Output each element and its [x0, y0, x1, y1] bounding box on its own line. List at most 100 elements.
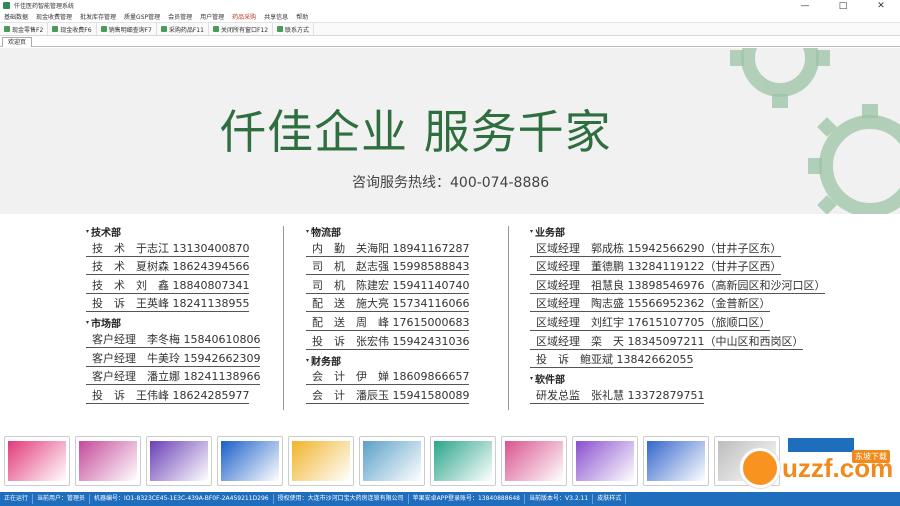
- section-title-text: 技术部: [91, 228, 122, 239]
- contact-entry: 客户经理 李冬梅 15840610806: [86, 331, 261, 350]
- promo-thumbnail[interactable]: [75, 436, 141, 486]
- contact-text: 技 术 刘 鑫 18840807341: [86, 277, 250, 294]
- bullet-icon: ▾: [306, 228, 310, 235]
- contact-column-2: ▾ 物流部 内 勤 关海阳 18941167287 司 机 赵志强 1599858…: [306, 223, 470, 406]
- cash-retail-button[interactable]: 现金零售F2: [0, 23, 49, 35]
- menu-cash[interactable]: 现金收费管理: [32, 12, 76, 21]
- contact-entry: 区域经理 栾 天 18345097211（中山区和西岗区）: [530, 333, 825, 352]
- promo-thumbnail[interactable]: [572, 436, 638, 486]
- watermark-circle-icon: [740, 448, 780, 488]
- section-title: ▾ 市场部: [86, 314, 260, 331]
- skin-style-button[interactable]: 皮肤样式: [593, 494, 627, 504]
- contact-text: 区域经理 祖慧良 13898546976（高新园区和沙河口区）: [530, 277, 826, 294]
- tool-label: 关闭所有窗口F12: [220, 26, 269, 34]
- section-title-text: 财务部: [311, 356, 342, 368]
- section-title-text: 软件部: [535, 375, 566, 387]
- promo-image: [8, 441, 66, 481]
- contact-column-3: ▾ 业务部 区域经理 郭成栋 15942566290（甘井子区东） 区域经理 董德…: [530, 223, 826, 406]
- bullet-icon: ▾: [86, 228, 90, 235]
- window-controls: — □ ✕: [786, 0, 900, 11]
- menu-bar: 基础数据 现金收费管理 批发库存管理 质量GSP管理 会员管理 用户管理 药品采…: [0, 11, 900, 22]
- section-title: ▾ 业务部: [530, 223, 825, 240]
- promo-image: [363, 441, 421, 481]
- tool-label: 销售明细查询F7: [108, 26, 152, 34]
- contact-text: 内 勤 关海阳 18941167287: [306, 240, 470, 257]
- close-all-button[interactable]: 关闭所有窗口F12: [209, 23, 274, 35]
- watermark-badge: 东坡下载: [852, 450, 890, 463]
- menu-user[interactable]: 用户管理: [196, 12, 228, 21]
- contact-text: 投 诉 王伟峰 18624285977: [86, 387, 250, 404]
- minimize-button[interactable]: —: [786, 0, 824, 11]
- status-app-account: 苹果安卓APP登录账号：13840888648: [409, 494, 525, 504]
- promo-thumbnail[interactable]: [146, 436, 212, 486]
- sales-query-button[interactable]: 销售明细查询F7: [97, 23, 157, 35]
- tab-welcome[interactable]: 欢迎页: [2, 37, 33, 47]
- promo-thumbnail[interactable]: [501, 436, 567, 486]
- contact-entry: 区域经理 刘红宇 17615107705（旅顺口区）: [530, 314, 825, 333]
- promo-thumbnail[interactable]: [643, 436, 709, 486]
- section-title-text: 物流部: [311, 228, 342, 239]
- promo-thumbnail[interactable]: [288, 436, 354, 486]
- menu-member[interactable]: 会员管理: [164, 12, 196, 21]
- charge-icon: [52, 26, 59, 32]
- promo-thumbnail[interactable]: [430, 436, 496, 486]
- contact-entry: 司 机 赵志强 15998588843: [306, 258, 470, 278]
- contact-entry: 客户经理 牛美玲 15942662309: [86, 350, 261, 369]
- contact-text: 投 诉 王英峰 18241138955: [86, 295, 250, 313]
- contact-button[interactable]: 联系方式: [273, 23, 315, 35]
- promo-image: [576, 441, 634, 481]
- promo-image: [221, 441, 279, 481]
- menu-gsp[interactable]: 质量GSP管理: [120, 12, 164, 21]
- cart-icon: [160, 26, 167, 32]
- menu-wholesale[interactable]: 批发库存管理: [76, 12, 120, 21]
- contact-entry: 技 术 刘 鑫 18840807341: [86, 277, 260, 296]
- contact-entry: 投 诉 王伟峰 18624285977: [86, 387, 260, 406]
- promo-thumbnail[interactable]: [217, 436, 283, 486]
- cash-charge-button[interactable]: 现金收费F6: [48, 23, 97, 35]
- section-title: ▾ 物流部: [306, 223, 469, 240]
- promo-thumbnail[interactable]: [359, 436, 425, 486]
- status-running: 正在运行: [0, 494, 34, 504]
- slogan: 仟佳企业 服务千家: [220, 105, 612, 159]
- contact-entry: 区域经理 董德鹏 13284119122（甘井子区西）: [530, 259, 825, 278]
- contact-text: 区域经理 栾 天 18345097211（中山区和西岗区）: [530, 333, 804, 350]
- status-machine-id: 机器编号：IO1-8323CE45-1E3C-439A-BF0F-2A45921…: [90, 494, 274, 504]
- retail-icon: [4, 26, 10, 32]
- menu-purchase[interactable]: 药品采购: [228, 12, 260, 21]
- contact-entry: 内 勤 关海阳 18941167287: [306, 240, 470, 259]
- section-title-text: 业务部: [535, 228, 566, 239]
- tool-label: 采购药品F11: [168, 26, 204, 34]
- contact-text: 区域经理 陶志盛 15566952362（金普新区）: [530, 295, 771, 313]
- contact-entry: 技 术 于志江 13130400870: [86, 240, 260, 259]
- contact-entry: 客户经理 潘立娜 18241138966: [86, 368, 261, 388]
- purchase-button[interactable]: 采购药品F11: [157, 23, 209, 35]
- query-icon: [100, 26, 107, 32]
- app-logo-icon: [3, 2, 10, 9]
- menu-base-data[interactable]: 基础数据: [0, 12, 32, 21]
- close-windows-icon: [212, 26, 219, 32]
- promo-image: [79, 441, 137, 481]
- contact-text: 配 送 施大亮 15734116066: [306, 295, 470, 313]
- contact-text: 客户经理 潘立娜 18241138966: [86, 368, 261, 386]
- menu-help[interactable]: 帮助: [292, 12, 312, 21]
- tool-label: 现金收费F6: [60, 26, 92, 34]
- status-user: 当前用户：管理员: [33, 494, 91, 504]
- promo-thumbnail[interactable]: [4, 436, 70, 486]
- maximize-button[interactable]: □: [824, 0, 862, 11]
- toolbar: 现金零售F2 现金收费F6 销售明细查询F7 采购药品F11 关闭所有窗口F12…: [0, 22, 900, 36]
- tool-label: 联系方式: [285, 26, 310, 34]
- contact-text: 区域经理 董德鹏 13284119122（甘井子区西）: [530, 258, 782, 276]
- promo-image: [647, 441, 705, 481]
- contact-text: 研发总监 张礼慧 13372879751: [530, 387, 705, 404]
- section-title: ▾ 软件部: [530, 370, 825, 387]
- bullet-icon: ▾: [86, 319, 90, 327]
- title-bar: 仟佳医药智能管理系统 — □ ✕: [0, 0, 900, 11]
- gears-icon: [730, 48, 900, 214]
- contact-text: 区域经理 郭成栋 15942566290（甘井子区东）: [530, 240, 782, 257]
- close-button[interactable]: ✕: [862, 0, 900, 11]
- menu-shared-info[interactable]: 共享信息: [260, 12, 292, 21]
- status-bar: 正在运行 当前用户：管理员 机器编号：IO1-8323CE45-1E3C-439…: [0, 492, 900, 506]
- contact-text: 客户经理 牛美玲 15942662309: [86, 350, 261, 367]
- contact-entry: 配 送 周 峰 17615000683: [306, 314, 470, 333]
- contact-text: 司 机 赵志强 15998588843: [306, 258, 470, 276]
